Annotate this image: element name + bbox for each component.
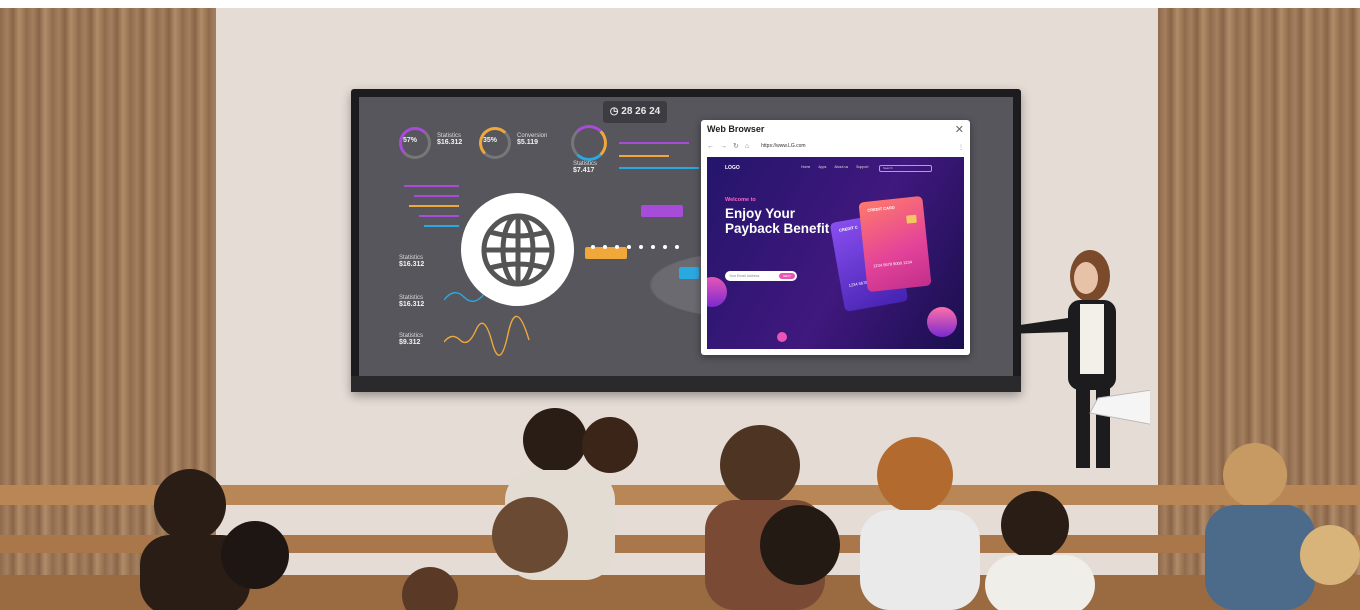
web-browser-window: Web Browser ✕ ← → ↻ ⌂ https://www.LG.com… [701,120,970,355]
hbar-4 [419,215,459,217]
nav-link-apps[interactable]: Apps [818,165,826,169]
map-tag-1 [641,205,683,217]
more-menu-icon[interactable]: ⋮ [958,144,964,151]
decor-orb-1 [707,277,727,307]
page-search-input[interactable]: Search [879,165,932,172]
page-nav-links: Home Apps About us Support [801,165,868,169]
clock-icon: ◷ [609,106,622,117]
hbar-5 [424,225,459,227]
nav-link-support[interactable]: Support [856,165,868,169]
top-band [0,0,1360,8]
interactive-display: ◷ 28 26 24 57% Statistics $16.312 35% Con… [351,89,1021,392]
refresh-icon[interactable]: ↻ [733,142,739,150]
classroom-scene: ◷ 28 26 24 57% Statistics $16.312 35% Con… [0,0,1360,610]
card-front-number: 1234 5678 9000 1234 [872,259,913,269]
card-chip-icon [906,214,917,224]
display-bezel [351,376,1021,392]
connection-dots [591,245,679,249]
display-screen: ◷ 28 26 24 57% Statistics $16.312 35% Con… [359,97,1013,376]
stat-3: Statistics $7.417 [573,161,598,174]
stat-2: Conversion $5.119 [517,133,548,146]
nav-link-about[interactable]: About us [834,165,848,169]
nav-link-home[interactable]: Home [801,165,810,169]
stat-1: Statistics $16.312 [437,133,463,146]
browser-nav-bar: ← → ↻ ⌂ https://www.LG.com [707,142,806,151]
page-logo[interactable]: LOGO [725,165,740,171]
progress-line-2 [619,155,669,157]
stat-ring-1-percent: 57% [403,137,418,144]
decor-orb-3 [777,332,787,342]
stat-4: Statistics $16.312 [399,255,425,268]
hbar-2 [414,195,459,197]
close-icon[interactable]: ✕ [955,123,964,136]
stat-ring-2-percent: 35% [483,137,498,144]
display-clock: ◷ 28 26 24 [603,101,667,123]
stat-ring-3 [571,125,607,161]
home-icon[interactable]: ⌂ [745,143,749,150]
audience [0,408,1360,610]
stat-5: Statistics $16.312 [399,295,425,308]
credit-card-front: CREDIT CARD 1234 5678 9000 1234 [858,195,932,293]
stat-6: Statistics $9.312 [399,333,424,346]
globe-badge [461,193,574,306]
card-front-label: CREDIT CARD [867,204,895,213]
globe-icon [481,213,554,286]
url-field[interactable]: https://www.LG.com [761,143,805,149]
back-arrow-icon[interactable]: ← [707,143,714,150]
next-button[interactable]: NEXT [779,273,795,279]
page-headline: Enjoy Your Payback Benefit [725,206,830,236]
email-field[interactable]: NEXT Your Email Address [725,271,797,281]
hbar-1 [404,185,459,187]
map-tag-3 [679,267,699,279]
hbar-3 [409,205,459,207]
page-nav: LOGO Home Apps About us Support Search [707,165,964,175]
web-page: LOGO Home Apps About us Support Search W… [707,157,964,349]
progress-line-1 [619,142,689,144]
decor-orb-2 [927,307,957,337]
progress-line-3 [619,167,699,169]
clock-text: 28 26 24 [621,106,661,117]
page-welcome: Welcome to [725,197,756,203]
browser-title: Web Browser [707,124,765,134]
forward-arrow-icon[interactable]: → [720,143,727,150]
card-back-label: CREDIT C [838,224,859,233]
